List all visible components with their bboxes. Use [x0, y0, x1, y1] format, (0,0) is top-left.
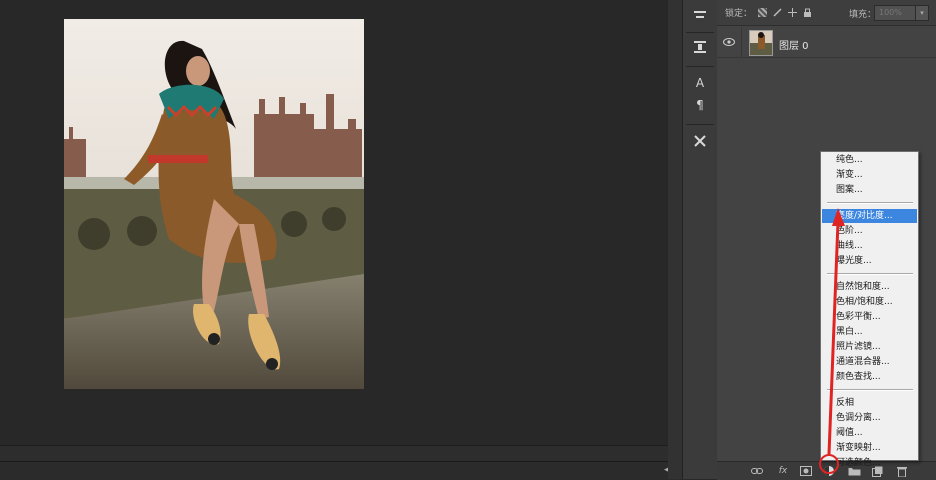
clone-source-icon[interactable]: [688, 38, 712, 56]
panel-icon-strip: A ¶: [682, 0, 718, 479]
menu-item[interactable]: 自然饱和度...: [822, 280, 917, 294]
highlight-circle: [819, 454, 839, 474]
menu-item[interactable]: 色阶...: [822, 224, 917, 238]
menu-item[interactable]: 图案...: [822, 183, 917, 197]
menu-item[interactable]: 通道混合器...: [822, 355, 917, 369]
tool-divider: [686, 124, 714, 125]
canvas-workspace[interactable]: [0, 0, 668, 445]
menu-separator: [827, 202, 913, 204]
menu-item[interactable]: 照片滤镜...: [822, 340, 917, 354]
lock-position-icon[interactable]: [788, 8, 798, 17]
menu-separator: [827, 273, 913, 275]
lock-all-icon[interactable]: [803, 8, 812, 17]
menu-item[interactable]: 色相/饱和度...: [822, 295, 917, 309]
fx-icon[interactable]: fx: [776, 464, 790, 478]
tool-divider: [686, 66, 714, 67]
document-image[interactable]: [64, 19, 364, 389]
menu-item[interactable]: 纯色...: [822, 153, 917, 167]
tool-divider: [686, 32, 714, 33]
menu-item[interactable]: 色调分离...: [822, 411, 917, 425]
menu-item[interactable]: 阈值...: [822, 426, 917, 440]
lock-row: 锁定： 填充： 100% ▾: [717, 0, 936, 26]
menu-item[interactable]: 色彩平衡...: [822, 310, 917, 324]
menu-item[interactable]: 渐变映射...: [822, 441, 917, 455]
link-layers-icon[interactable]: [750, 464, 764, 478]
chevron-down-icon[interactable]: ▾: [915, 5, 929, 21]
tool-preset-icon[interactable]: [688, 132, 712, 150]
photo-illustration: [64, 19, 364, 389]
character-glyph: A: [695, 76, 705, 90]
lock-label: 锁定：: [725, 9, 753, 19]
paragraph-glyph: ¶: [696, 98, 704, 112]
fill-label: 填充：: [849, 10, 877, 20]
menu-item[interactable]: 曲线...: [822, 239, 917, 253]
adjustment-layer-menu: 纯色... 渐变... 图案... 亮度/对比度... 色阶... 曲线... 曝光度...…: [820, 151, 919, 468]
character-icon[interactable]: A: [688, 74, 712, 92]
paragraph-icon[interactable]: ¶: [688, 96, 712, 114]
layer-row[interactable]: 图层 0: [717, 27, 936, 58]
brush-preset-icon[interactable]: [688, 6, 712, 24]
menu-item[interactable]: 反相: [822, 396, 917, 410]
layer-name[interactable]: 图层 0: [779, 37, 809, 52]
lock-pixels-icon[interactable]: [773, 8, 782, 17]
layer-mask-icon[interactable]: [799, 464, 813, 478]
menu-item[interactable]: 颜色查找...: [822, 370, 917, 384]
panel-divider[interactable]: [668, 0, 682, 479]
layer-thumbnail: [749, 30, 773, 56]
visibility-eye-icon[interactable]: [717, 27, 742, 57]
horizontal-scrollbar[interactable]: [0, 445, 668, 462]
menu-item[interactable]: 曝光度...: [822, 254, 917, 268]
menu-separator: [827, 389, 913, 391]
lock-transparent-icon[interactable]: [758, 8, 768, 17]
menu-item[interactable]: 亮度/对比度...: [822, 209, 917, 223]
menu-item[interactable]: 渐变...: [822, 168, 917, 182]
menu-item[interactable]: 黑白...: [822, 325, 917, 339]
status-bar: ◂≡: [0, 461, 682, 480]
